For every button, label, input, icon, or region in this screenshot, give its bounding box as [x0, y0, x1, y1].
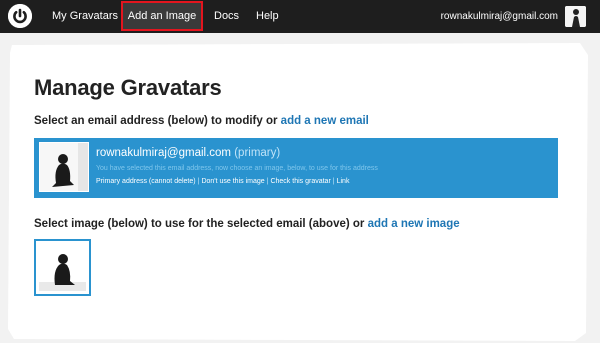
gravatar-logo-icon[interactable] [8, 4, 32, 28]
nav-add-an-image[interactable]: Add an Image [121, 1, 203, 31]
select-image-instruction: Select image (below) to use for the sele… [34, 218, 460, 230]
check-gravatar-link[interactable]: Check this gravatar [270, 178, 330, 185]
user-avatar[interactable] [565, 6, 586, 27]
select-email-instruction: Select an email address (below) to modif… [34, 115, 369, 127]
primary-badge: (primary) [234, 147, 281, 159]
nav-my-gravatars[interactable]: My Gravatars [52, 0, 118, 33]
primary-address-label: Primary address (cannot delete) [96, 178, 196, 185]
nav-help[interactable]: Help [256, 0, 279, 33]
email-address: rownakulmiraj@gmail.com [96, 147, 232, 159]
selection-note: You have selected this email address, no… [96, 165, 378, 172]
link-action[interactable]: Link [337, 178, 350, 185]
email-gravatar-thumbnail[interactable] [39, 142, 89, 192]
top-navigation-bar: My Gravatars Add an Image Docs Help rown… [0, 0, 600, 33]
email-address-line: rownakulmiraj@gmail.com (primary) [96, 147, 280, 159]
select-image-text: Select image (below) to use for the sele… [34, 218, 368, 230]
user-email[interactable]: rownakulmiraj@gmail.com [441, 0, 558, 33]
nav-docs[interactable]: Docs [214, 0, 239, 33]
select-email-text: Select an email address (below) to modif… [34, 115, 281, 127]
image-option-thumbnail [39, 244, 86, 291]
add-new-email-link[interactable]: add a new email [281, 115, 369, 127]
selected-email-row[interactable]: rownakulmiraj@gmail.com (primary) You ha… [34, 138, 558, 198]
image-option-tile[interactable] [34, 239, 91, 296]
nav-add-an-image-label: Add an Image [127, 10, 197, 22]
page-title: Manage Gravatars [34, 75, 222, 100]
dont-use-image-link[interactable]: Don't use this image [201, 178, 264, 185]
add-new-image-link[interactable]: add a new image [368, 218, 460, 230]
email-actions: Primary address (cannot delete) | Don't us… [96, 178, 349, 185]
